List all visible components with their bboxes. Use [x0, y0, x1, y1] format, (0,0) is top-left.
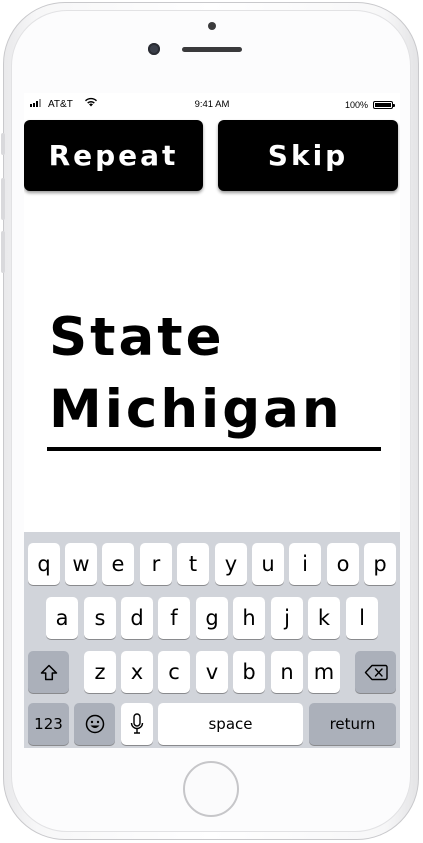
battery-percent: 100%	[345, 100, 369, 110]
key-a[interactable]: a	[46, 597, 78, 639]
front-camera	[148, 43, 160, 55]
key-y[interactable]: y	[215, 543, 247, 585]
volume-up-button	[1, 178, 5, 220]
space-key[interactable]: space	[158, 703, 303, 745]
skip-button[interactable]: Skip	[218, 120, 398, 191]
key-h[interactable]: h	[233, 597, 265, 639]
key-k[interactable]: k	[308, 597, 340, 639]
key-f[interactable]: f	[158, 597, 190, 639]
status-bar: AT&T 9:41 AM 100%	[24, 93, 400, 115]
status-time: 9:41 AM	[194, 99, 230, 110]
key-d[interactable]: d	[121, 597, 153, 639]
emoji-icon	[85, 714, 105, 734]
key-p[interactable]: p	[364, 543, 396, 585]
key-e[interactable]: e	[102, 543, 134, 585]
key-g[interactable]: g	[196, 597, 228, 639]
mic-icon	[130, 713, 144, 735]
shift-key[interactable]	[28, 651, 69, 693]
key-t[interactable]: t	[177, 543, 209, 585]
volume-down-button	[1, 231, 5, 273]
mute-switch	[1, 133, 5, 155]
key-o[interactable]: o	[327, 543, 359, 585]
backspace-key[interactable]	[355, 651, 396, 693]
answer-underline	[47, 447, 381, 451]
key-u[interactable]: u	[252, 543, 284, 585]
key-l[interactable]: l	[346, 597, 378, 639]
key-v[interactable]: v	[196, 651, 228, 693]
key-b[interactable]: b	[233, 651, 265, 693]
repeat-button[interactable]: Repeat	[24, 120, 203, 191]
key-m[interactable]: m	[308, 651, 340, 693]
shift-icon	[40, 664, 58, 681]
backspace-icon	[364, 664, 388, 681]
earpiece-speaker	[182, 47, 242, 52]
key-q[interactable]: q	[28, 543, 60, 585]
prompt-label: State	[49, 307, 225, 368]
numbers-key[interactable]: 123	[28, 703, 69, 745]
key-r[interactable]: r	[140, 543, 172, 585]
mic-key[interactable]	[121, 703, 153, 745]
key-n[interactable]: n	[271, 651, 303, 693]
key-w[interactable]: w	[65, 543, 97, 585]
key-j[interactable]: j	[271, 597, 303, 639]
key-i[interactable]: i	[289, 543, 321, 585]
answer-input[interactable]: Michigan	[49, 383, 381, 443]
keyboard: q w e r t y u i o p a s d f g h j k l z …	[24, 532, 400, 748]
screen: AT&T 9:41 AM 100% Repeat Skip State Mich…	[24, 93, 400, 748]
key-z[interactable]: z	[84, 651, 116, 693]
battery-icon	[373, 101, 395, 109]
return-key[interactable]: return	[309, 703, 396, 745]
proximity-sensor	[208, 22, 216, 30]
key-c[interactable]: c	[158, 651, 190, 693]
key-x[interactable]: x	[121, 651, 153, 693]
emoji-key[interactable]	[74, 703, 115, 745]
home-button[interactable]	[183, 761, 239, 817]
key-s[interactable]: s	[84, 597, 116, 639]
